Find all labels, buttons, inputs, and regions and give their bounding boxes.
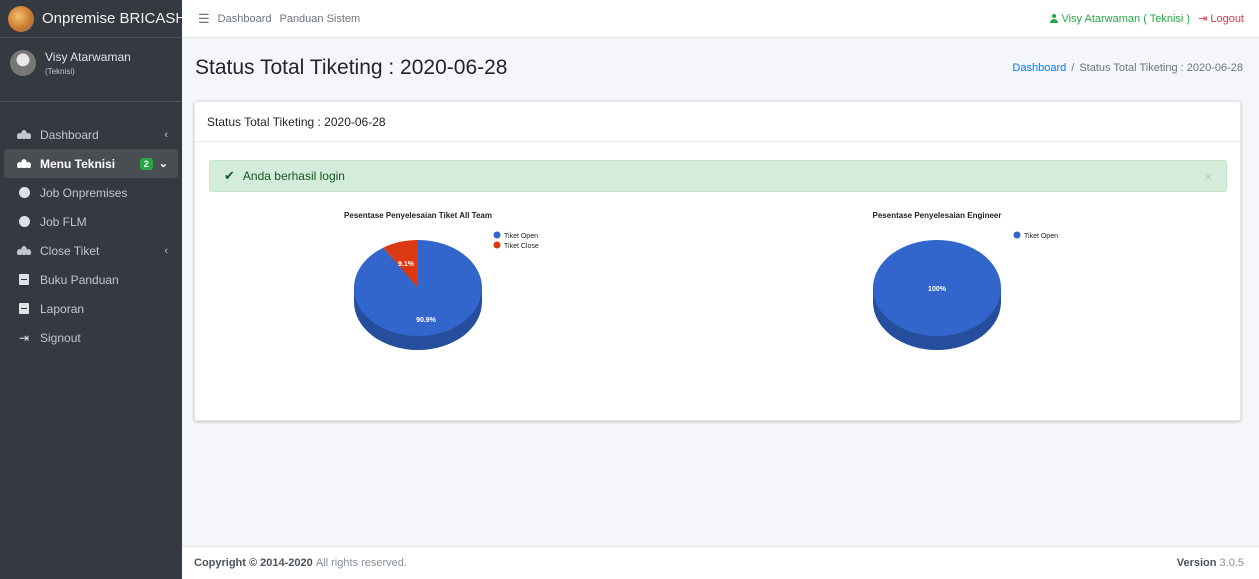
main-sidebar: Onpremise BRICASH Visy Atarwaman (Teknis…: [0, 0, 186, 579]
count-badge: 2: [139, 157, 153, 170]
sidebar-item-signout[interactable]: ⇥ Signout: [4, 323, 178, 352]
card-title: Status Total Tiketing : 2020-06-28: [207, 114, 386, 129]
breadcrumb-current: Status Total Tiketing : 2020-06-28: [1079, 62, 1243, 74]
legend-label: Tiket Close: [504, 243, 539, 250]
sidebar-item-label: Menu Teknisi: [40, 156, 116, 171]
legend-marker: [493, 231, 501, 239]
sign-out-icon: ⇥: [1198, 13, 1211, 25]
top-navbar: ☰ Dashboard Panduan Sistem Visy Atarwama…: [182, 0, 1259, 38]
menu-toggle-icon[interactable]: ☰: [198, 11, 210, 27]
sidebar-item-laporan[interactable]: Laporan: [4, 294, 178, 323]
sidebar-item-label: Job FLM: [40, 214, 87, 229]
brand-name: Onpremise BRICASH: [42, 10, 187, 27]
slice-label: 9.1%: [398, 261, 415, 268]
sidebar-item-buku-panduan[interactable]: Buku Panduan: [4, 265, 178, 294]
chevron-left-icon: ‹: [164, 128, 168, 141]
user-role: (Teknisi): [45, 67, 75, 76]
card-header: Status Total Tiketing : 2020-06-28: [195, 102, 1240, 142]
chevron-left-icon: ‹: [164, 244, 168, 257]
logout-label: Logout: [1210, 13, 1244, 25]
copyright-text: Copyright © 2014-2020: [194, 557, 313, 569]
nav-link-dashboard[interactable]: Dashboard: [218, 13, 272, 25]
version-number: 3.0.5: [1219, 557, 1244, 569]
logout-link[interactable]: ⇥ Logout: [1198, 12, 1244, 25]
book-icon: [16, 303, 32, 314]
close-icon[interactable]: ×: [1204, 169, 1212, 184]
sidebar-item-label: Laporan: [40, 301, 85, 316]
status-card: Status Total Tiketing : 2020-06-28 ✔ And…: [194, 101, 1241, 421]
navbar-right: Visy Atarwaman ( Teknisi ) ⇥ Logout: [1050, 12, 1244, 25]
version-info: Version 3.0.5: [1177, 557, 1244, 569]
slice-label: 90.9%: [416, 317, 437, 324]
sidebar-item-close-tiket[interactable]: Close Tiket ‹: [4, 236, 178, 265]
nav-link-panduan-sistem[interactable]: Panduan Sistem: [279, 13, 360, 25]
charts-area: Pesentase Penyelesaian Tiket All Team 90.…: [344, 211, 1058, 350]
sidebar-item-label: Close Tiket: [40, 243, 100, 258]
page-title: Status Total Tiketing : 2020-06-28: [195, 56, 508, 79]
book-icon: [16, 274, 32, 285]
user-menu-link[interactable]: Visy Atarwaman ( Teknisi ): [1050, 13, 1190, 25]
rights-text: All rights reserved.: [315, 557, 407, 569]
alert-message: Anda berhasil login: [242, 169, 345, 183]
sidebar-item-job-onpremises[interactable]: Job Onpremises: [4, 178, 178, 207]
sidebar-item-label: Buku Panduan: [40, 272, 119, 287]
users-icon: [16, 246, 32, 255]
legend-label: Tiket Open: [1024, 233, 1058, 240]
breadcrumb: Dashboard / Status Total Tiketing : 2020-0…: [1012, 62, 1243, 74]
chart-title: Pesentase Penyelesaian Tiket All Team: [344, 211, 492, 220]
version-label: Version: [1176, 557, 1217, 569]
sidebar-item-dashboard[interactable]: Dashboard ‹: [4, 120, 178, 149]
brand-logo-icon: [8, 5, 34, 32]
footer: Copyright © 2014-2020 All rights reserve…: [182, 546, 1259, 579]
user-name: Visy Atarwaman: [45, 50, 131, 64]
brand-link[interactable]: Onpremise BRICASH: [0, 0, 186, 38]
sidebar-item-menu-teknisi[interactable]: Menu Teknisi 2 ⌄: [4, 149, 178, 178]
legend-marker: [1013, 231, 1021, 239]
sidebar-item-label: Job Onpremises: [40, 185, 128, 200]
sidebar-item-label: Signout: [40, 330, 81, 345]
users-icon: [16, 130, 32, 139]
sidebar-nav: Dashboard ‹ Menu Teknisi 2 ⌄ Job Onpremi…: [0, 102, 182, 352]
legend-marker: [493, 241, 501, 249]
chevron-down-icon: ⌄: [158, 158, 168, 170]
user-link-label: Visy Atarwaman ( Teknisi ): [1061, 12, 1191, 25]
avatar: [10, 50, 36, 76]
user-panel[interactable]: Visy Atarwaman (Teknisi): [0, 38, 182, 102]
breadcrumb-home-link[interactable]: Dashboard: [1012, 62, 1066, 74]
sign-out-icon: ⇥: [18, 330, 30, 345]
success-alert: ✔ Anda berhasil login ×: [209, 160, 1227, 192]
content-header: Status Total Tiketing : 2020-06-28 Dashb…: [182, 38, 1259, 98]
user-icon: [1050, 13, 1059, 23]
legend-label: Tiket Open: [504, 233, 538, 240]
sidebar-item-label: Dashboard: [40, 127, 99, 142]
check-icon: ✔: [224, 168, 235, 183]
users-icon: [16, 159, 32, 168]
chart-title: Pesentase Penyelesaian Engineer: [873, 211, 1002, 220]
slice-label: 100%: [928, 286, 947, 293]
breadcrumb-separator: /: [1071, 62, 1075, 74]
circle-icon: [16, 187, 32, 198]
sidebar-item-job-flm[interactable]: Job FLM: [4, 207, 178, 236]
circle-icon: [16, 216, 32, 227]
